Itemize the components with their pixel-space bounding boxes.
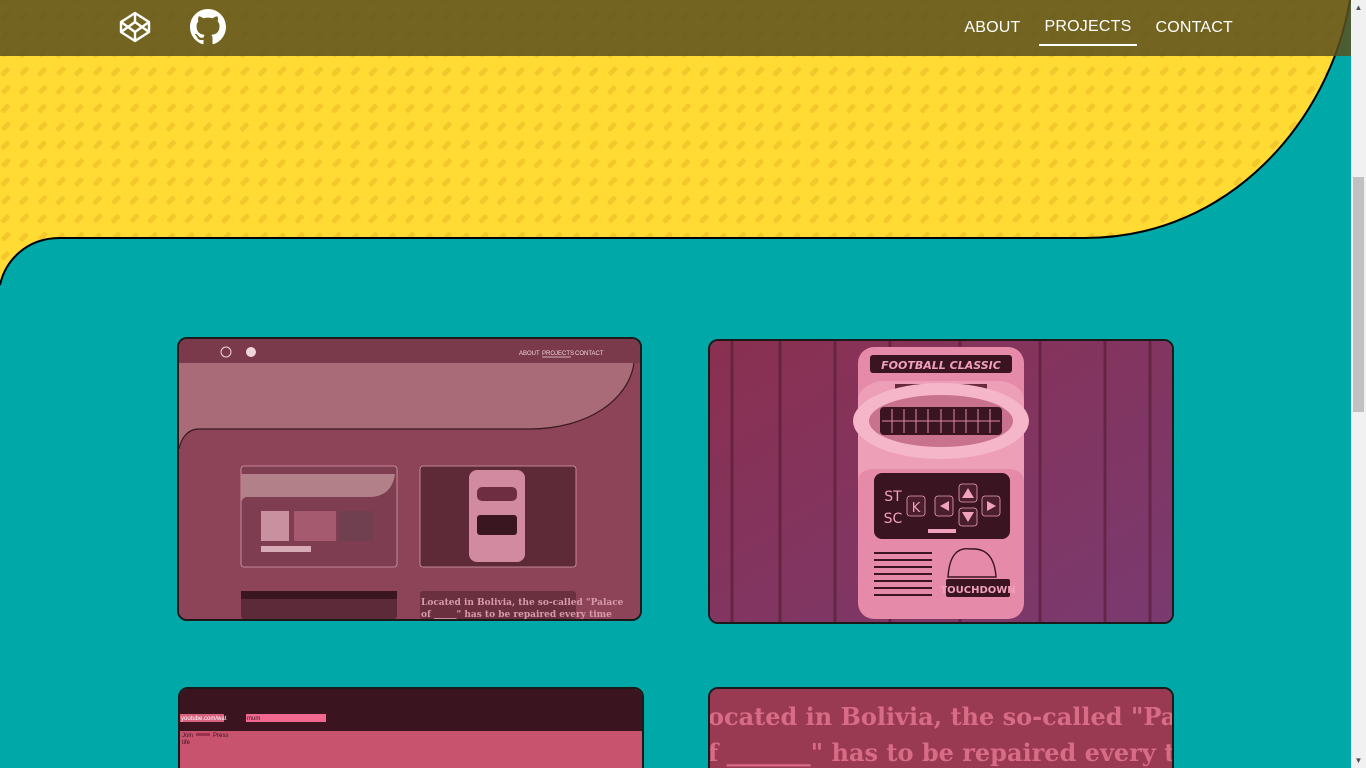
project-card-handheld[interactable]: FOOTBALL CLASSIC ST SC K TOUCHDOWN (708, 339, 1174, 624)
search-line-1: Join (182, 733, 193, 739)
nav-link-projects[interactable]: PROJECTS (1038, 10, 1138, 46)
quote-line-1: ocated in Bolivia, the so-called "Palac (710, 702, 1172, 731)
handheld-btn-sc: SC (884, 511, 903, 527)
project-thumbnail-portfolio: ABOUT PROJECTS CONTACT Located in Bolivi… (179, 339, 640, 619)
portfolio-snippet-2: of _____" has to be repaired every time (421, 610, 612, 619)
page: ABOUT PROJECTS CONTACT ABOUT PROJECTS CO… (0, 0, 1351, 768)
top-navbar: ABOUT PROJECTS CONTACT (0, 0, 1351, 56)
handheld-title: FOOTBALL CLASSIC (881, 359, 1001, 372)
project-thumbnail-search: youtube.com/wat mum Join Press tife (180, 689, 642, 768)
nav-link-about[interactable]: ABOUT (958, 11, 1026, 45)
project-card-portfolio[interactable]: ABOUT PROJECTS CONTACT Located in Bolivi… (177, 337, 642, 621)
portfolio-snippet: Located in Bolivia, the so-called "Palac… (421, 598, 624, 608)
scroll-up-arrow-icon[interactable]: ▲ (1351, 0, 1366, 15)
scroll-down-arrow-icon[interactable]: ▼ (1351, 753, 1366, 768)
mini-nav-contact: CONTACT (575, 351, 604, 357)
handheld-btn-k: K (912, 501, 921, 516)
search-line-1b: Press (213, 733, 228, 739)
nav-links: ABOUT PROJECTS CONTACT (958, 0, 1239, 56)
codepen-icon[interactable] (118, 10, 152, 44)
search-url-text: youtube.com/wat (181, 716, 227, 722)
mini-nav-about: ABOUT (519, 351, 540, 357)
project-thumbnail-quote: ocated in Bolivia, the so-called "Palac … (710, 689, 1172, 768)
github-icon[interactable] (190, 9, 226, 45)
search-line-2: tife (182, 740, 191, 746)
project-thumbnail-handheld: FOOTBALL CLASSIC ST SC K TOUCHDOWN (710, 341, 1172, 622)
project-card-search[interactable]: youtube.com/wat mum Join Press tife (178, 687, 644, 768)
handheld-btn-st: ST (884, 489, 902, 505)
handheld-brand: TOUCHDOWN (940, 585, 1015, 596)
mini-nav-projects: PROJECTS (542, 351, 574, 357)
search-query-text: mum (247, 716, 260, 722)
nav-link-contact[interactable]: CONTACT (1149, 11, 1239, 45)
quote-line-2: f _______" has to be repaired every tim (710, 738, 1172, 767)
project-card-quote[interactable]: ocated in Bolivia, the so-called "Palac … (708, 687, 1174, 768)
scrollbar-thumb[interactable] (1353, 177, 1364, 412)
